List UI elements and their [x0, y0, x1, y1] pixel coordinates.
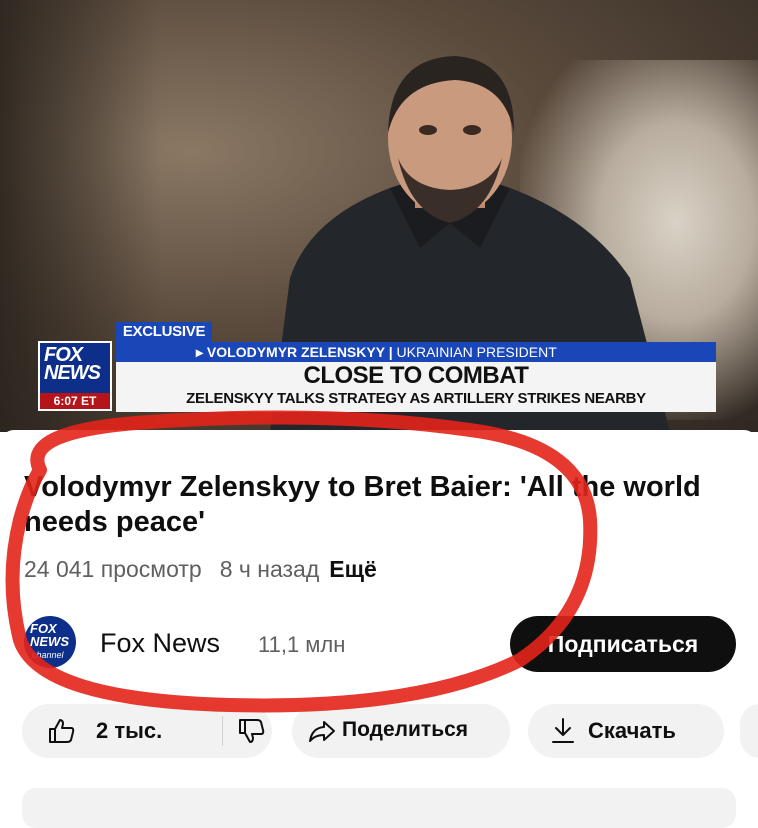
separator: |: [384, 344, 397, 360]
like-dislike-pill: 2 тыс.: [22, 704, 272, 758]
thumbs-down-icon[interactable]: [238, 718, 266, 744]
subheadline-text: ZELENSKYY TALKS STRATEGY AS ARTILLERY ST…: [186, 390, 646, 407]
exclusive-tag: EXCLUSIVE: [116, 322, 212, 342]
more-button[interactable]: Ещё: [329, 556, 377, 582]
download-icon: [552, 718, 574, 743]
upload-time: 8 ч назад: [219, 556, 320, 582]
fox-logo-text-2: NEWS: [44, 362, 101, 384]
play-triangle-icon: ▸: [196, 344, 207, 360]
lower-third-headline: CLOSE TO COMBAT ZELENSKYY TALKS STRATEGY…: [116, 362, 716, 412]
channel-avatar[interactable]: FOX NEWS channel: [24, 616, 76, 668]
guest-role: UKRAINIAN PRESIDENT: [396, 344, 557, 360]
download-button[interactable]: Скачать: [528, 704, 724, 758]
like-divider: [222, 716, 223, 746]
avatar-text-3: channel: [32, 650, 64, 660]
avatar-text-2: NEWS: [30, 634, 69, 649]
lower-third-nameline: ▸ VOLODYMYR ZELENSKYY | UKRAINIAN PRESID…: [116, 342, 716, 362]
video-metadata[interactable]: 24 041 просмотр 8 ч назад Ещё: [24, 556, 377, 583]
headline-text: CLOSE TO COMBAT: [303, 362, 529, 389]
guest-name: VOLODYMYR ZELENSKYY: [206, 344, 385, 360]
channel-name[interactable]: Fox News: [100, 628, 220, 659]
share-button[interactable]: Поделиться: [292, 704, 510, 758]
broadcast-time: 6:07 ET: [40, 393, 110, 409]
view-count: 24 041 просмотр: [24, 556, 202, 582]
subscriber-count: 11,1 млн: [258, 632, 346, 657]
thumbs-up-icon[interactable]: [48, 718, 76, 744]
download-label: Скачать: [588, 718, 676, 743]
subscribe-button[interactable]: Подписаться: [510, 616, 736, 672]
share-arrow-icon: [309, 721, 335, 742]
share-label: Поделиться: [342, 718, 469, 741]
video-player[interactable]: FOX NEWS 6:07 ET EXCLUSIVE ▸ VOLODYMYR Z…: [0, 0, 758, 432]
like-count[interactable]: 2 тыс.: [96, 718, 162, 744]
description-box[interactable]: [22, 788, 736, 828]
fox-news-logo: FOX NEWS 6:07 ET: [38, 341, 112, 411]
video-title: Volodymyr Zelenskyy to Bret Baier: 'All …: [24, 471, 701, 538]
